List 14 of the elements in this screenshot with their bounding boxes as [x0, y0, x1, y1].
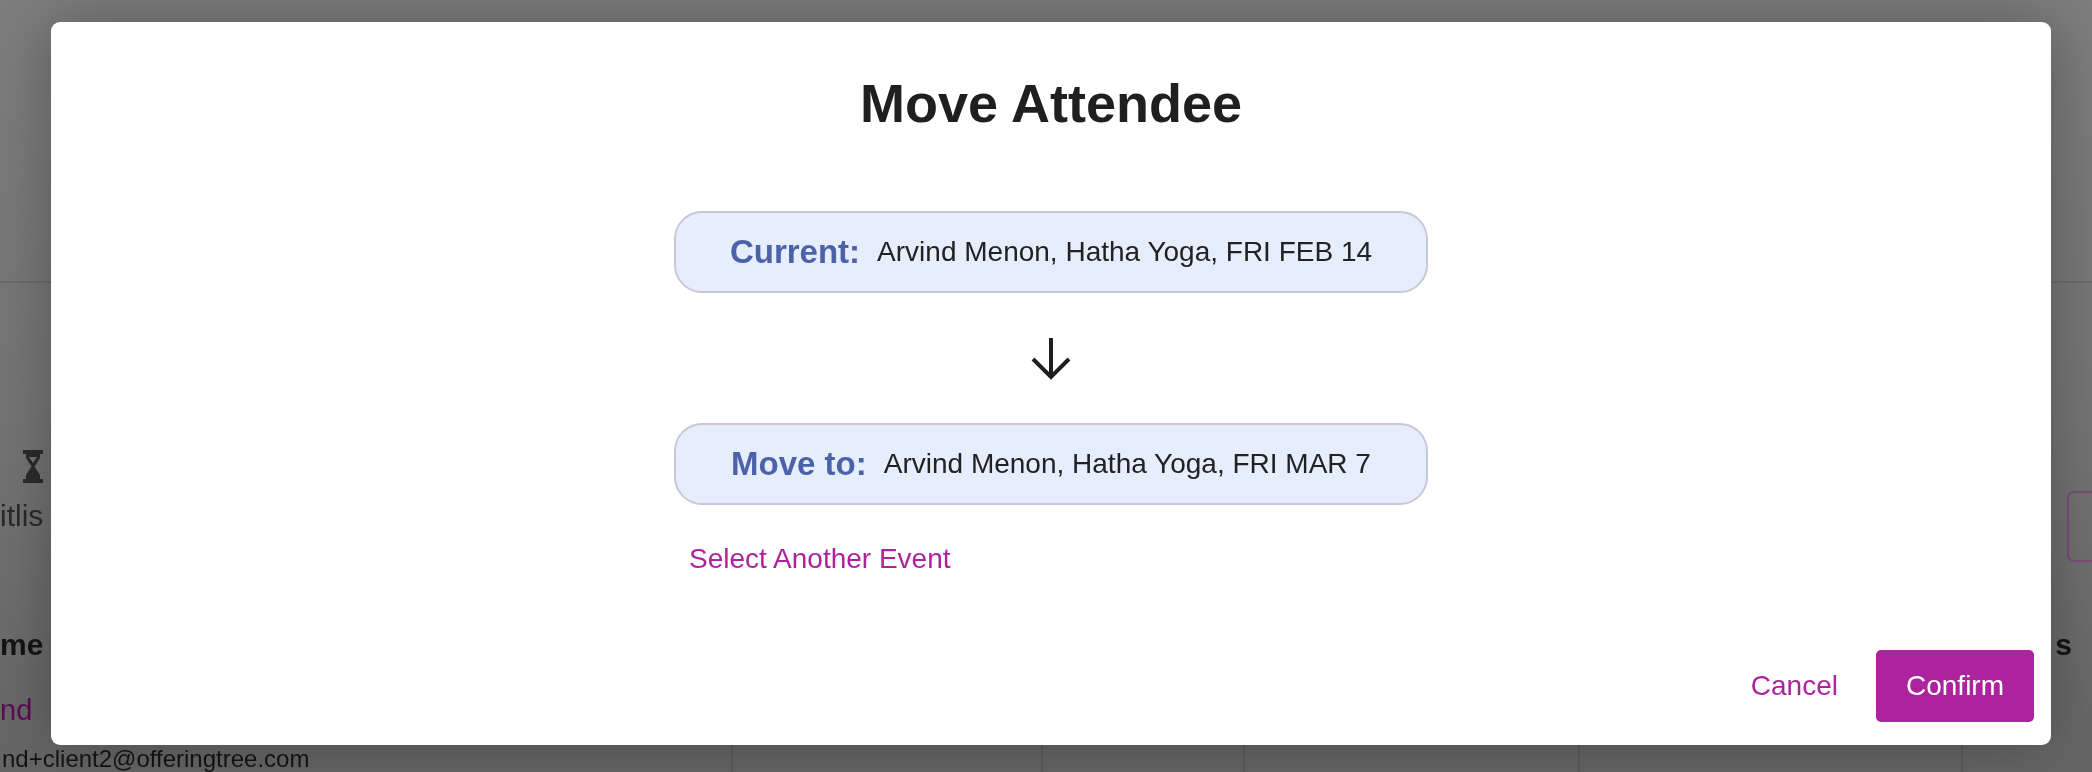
arrow-down-icon	[1030, 337, 1072, 380]
event-label: Current:	[729, 232, 861, 272]
hourglass-icon	[23, 450, 43, 483]
cancel-button[interactable]: Cancel	[1731, 650, 1857, 722]
event-label: Move to:	[731, 444, 867, 484]
column-header: s	[2055, 626, 2073, 663]
attendee-email: nd+client2@offeringtree.com	[2, 745, 310, 772]
column-header: me	[0, 626, 44, 663]
event-value: Arvind Menon, Hatha Yoga, FRI FEB 14	[877, 235, 1373, 269]
dialog-title: Move Attendee	[859, 72, 1243, 135]
outlined-button[interactable]	[2067, 491, 2092, 562]
confirm-button[interactable]: Confirm	[1876, 650, 2034, 722]
event-value: Arvind Menon, Hatha Yoga, FRI MAR 7	[883, 447, 1371, 481]
select-event-link[interactable]: Select Another Event	[689, 541, 951, 577]
